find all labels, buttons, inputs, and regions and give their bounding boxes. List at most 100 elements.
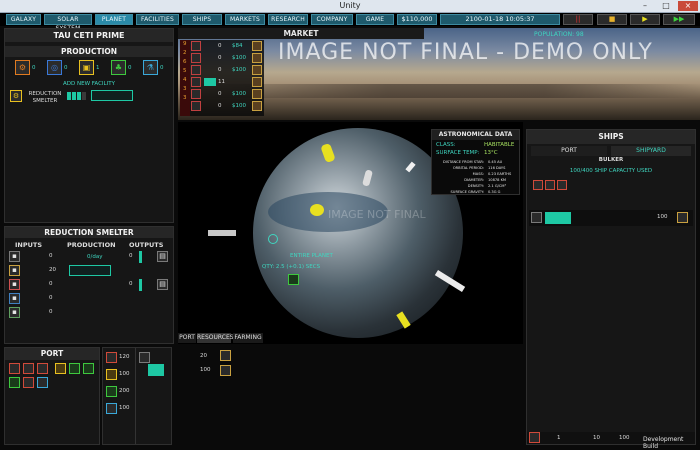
- trade-icon[interactable]: [252, 89, 262, 99]
- close-button[interactable]: ×: [678, 1, 698, 11]
- factory-facility-icon[interactable]: ▣: [79, 60, 94, 75]
- nav-game[interactable]: GAME: [356, 14, 394, 25]
- facility-count: 0: [32, 65, 36, 71]
- tab-farming[interactable]: FARMING: [233, 333, 263, 343]
- cargo-type-icon[interactable]: [557, 180, 567, 190]
- cargo-type-icon[interactable]: [545, 180, 555, 190]
- market-row[interactable]: 0 $100: [190, 64, 264, 76]
- lab-facility-icon[interactable]: ⚗: [143, 60, 158, 75]
- market-row[interactable]: 0 $100: [190, 88, 264, 100]
- transfer-icon[interactable]: [220, 365, 231, 376]
- station-module-icon[interactable]: [310, 204, 324, 216]
- port-good-icon[interactable]: [9, 377, 20, 388]
- nav-research[interactable]: RESEARCH: [268, 14, 308, 25]
- farm-facility-icon[interactable]: ♣: [111, 60, 126, 75]
- port-good-icon[interactable]: [83, 363, 94, 374]
- minimize-button[interactable]: –: [636, 1, 654, 11]
- port-good-icon[interactable]: [55, 363, 66, 374]
- ore-icon: ▪: [9, 279, 20, 290]
- tab-port[interactable]: PORT: [178, 333, 196, 343]
- stock-icon: [106, 403, 117, 414]
- nav-planet[interactable]: PLANET: [95, 14, 133, 25]
- output-level-bar: [139, 251, 142, 263]
- stock-qty: 100: [119, 371, 130, 377]
- tab-shipyard[interactable]: SHIPYARD: [611, 146, 691, 156]
- trade-icon[interactable]: [252, 101, 262, 111]
- play-button[interactable]: ▶: [630, 14, 660, 25]
- facility-count: 0: [160, 65, 164, 71]
- pause-button[interactable]: ||: [563, 14, 593, 25]
- cargo-qty: 100: [200, 367, 211, 373]
- astronomical-data-panel: ASTRONOMICAL DATA CLASS: HABITABLE SURFA…: [431, 129, 520, 195]
- market-row[interactable]: 11: [190, 76, 264, 88]
- fast-forward-button[interactable]: ▶▶: [663, 14, 695, 25]
- port-title: PORT: [5, 348, 99, 360]
- resource-icon[interactable]: [288, 274, 299, 285]
- ore-icon: ▪: [9, 265, 20, 276]
- stop-button[interactable]: ■: [597, 14, 627, 25]
- ship-icon[interactable]: [529, 432, 540, 443]
- production-panel: TAU CETI PRIME PRODUCTION ⚙ 0 ◎ 0 ▣ 1 ♣ …: [4, 28, 174, 223]
- maximize-button[interactable]: □: [657, 1, 675, 11]
- smelter-facility-icon[interactable]: ⚙: [15, 60, 30, 75]
- stock-icon: [106, 386, 117, 397]
- stock-qty: 120: [119, 354, 130, 360]
- nav-company[interactable]: COMPANY: [311, 14, 353, 25]
- trade-icon[interactable]: [252, 65, 262, 75]
- facility-icons-row: ⚙ 0 ◎ 0 ▣ 1 ♣ 0 ⚗ 0: [15, 60, 165, 76]
- cargo-fill-bar: [545, 212, 571, 224]
- nav-ships[interactable]: SHIPS: [182, 14, 222, 25]
- nav-galaxy[interactable]: GALAXY: [6, 14, 41, 25]
- trade-icon[interactable]: [252, 53, 262, 63]
- facility-count: 1: [96, 65, 100, 71]
- nav-facilities[interactable]: FACILITIES: [136, 14, 179, 25]
- station-arm: [208, 230, 236, 236]
- money-display: $110,000: [397, 14, 437, 25]
- trade-icon[interactable]: [252, 41, 262, 51]
- input-value: 0: [49, 309, 53, 315]
- good-icon: [191, 77, 201, 87]
- amount-button-10[interactable]: 10: [593, 435, 600, 441]
- port-good-icon[interactable]: [9, 363, 20, 374]
- cargo-type-icon[interactable]: [533, 180, 543, 190]
- transfer-icon[interactable]: [220, 350, 231, 361]
- output-value: 0: [129, 281, 133, 287]
- add-facility-button[interactable]: ADD NEW FACILITY: [5, 81, 173, 87]
- production-label: PRODUCTION: [67, 241, 116, 249]
- outputs-label: OUTPUTS: [129, 241, 164, 249]
- port-good-icon[interactable]: [23, 377, 34, 388]
- production-rate-box[interactable]: [69, 265, 111, 276]
- market-row[interactable]: 0 $84: [190, 40, 264, 52]
- metal-icon: ▤: [157, 279, 168, 290]
- amount-button-100[interactable]: 100: [619, 435, 630, 441]
- port-good-icon[interactable]: [37, 363, 48, 374]
- nav-markets[interactable]: MARKETS: [225, 14, 265, 25]
- top-nav: GALAXY SOLAR SYSTEM PLANET FACILITIES SH…: [0, 13, 700, 32]
- port-good-icon[interactable]: [37, 377, 48, 388]
- facility-count: 0: [128, 65, 132, 71]
- port-good-icon[interactable]: [23, 363, 34, 374]
- market-row[interactable]: 0 $100: [190, 100, 264, 112]
- class-label: CLASS:: [436, 142, 456, 148]
- amount-button-1[interactable]: 1: [557, 435, 561, 441]
- transfer-icon[interactable]: [677, 212, 688, 223]
- cargo-icon: [531, 212, 542, 223]
- stock-qty: 100: [119, 405, 130, 411]
- good-icon: [191, 53, 201, 63]
- port-good-icon[interactable]: [69, 363, 80, 374]
- market-row[interactable]: 0 $100: [190, 52, 264, 64]
- trade-icon[interactable]: [252, 77, 262, 87]
- window-titlebar: Unity – □ ×: [0, 0, 700, 13]
- planet-name: TAU CETI PRIME: [5, 29, 173, 42]
- nav-solar-system[interactable]: SOLAR SYSTEM: [44, 14, 92, 32]
- tab-resources[interactable]: RESOURCES: [197, 333, 234, 343]
- tab-ships-port[interactable]: PORT: [531, 146, 607, 156]
- ship-cargo-row[interactable]: 100: [529, 210, 693, 226]
- date-display: 2100-01-18 10:05:37: [440, 14, 560, 25]
- mine-facility-icon[interactable]: ◎: [47, 60, 62, 75]
- target-marker-icon[interactable]: [268, 234, 278, 244]
- ore-icon: ▪: [9, 293, 20, 304]
- smelter-title: REDUCTION SMELTER: [5, 227, 173, 238]
- facility-progress-box[interactable]: [91, 90, 133, 101]
- production-rate: 0/day: [87, 254, 103, 260]
